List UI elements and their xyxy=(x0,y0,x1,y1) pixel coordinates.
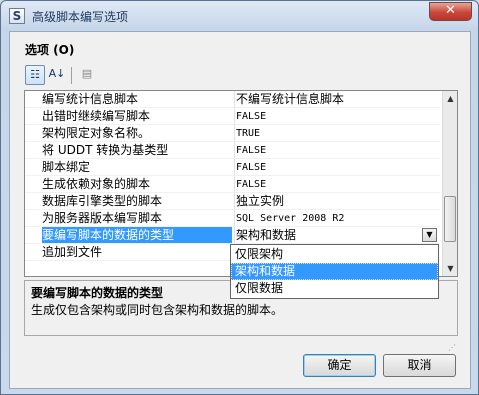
dialog-client-area: 选项 (O) ☷ A↓ ▤ 编写统计信息脚本 不编写统计信息脚本 出错时继续编写脚本… xyxy=(9,31,471,389)
property-value[interactable]: FALSE xyxy=(236,142,439,159)
property-toolbar: ☷ A↓ ▤ xyxy=(25,65,115,87)
property-value[interactable]: TRUE xyxy=(236,125,439,142)
property-pages-icon[interactable]: ▤ xyxy=(77,65,97,85)
scroll-down-icon[interactable]: ▼ xyxy=(443,261,457,276)
dropdown-option[interactable]: 仅限架构 xyxy=(231,246,438,263)
dropdown-option[interactable]: 架构和数据 xyxy=(231,263,438,280)
alphabetical-icon[interactable]: A↓ xyxy=(47,65,67,85)
resize-grip-icon[interactable]: ⋰ xyxy=(448,344,460,358)
dialog-window: S 高级脚本编写选项 ✕ 选项 (O) ☷ A↓ ▤ 编写统计信息脚本 不编写统计… xyxy=(0,0,479,395)
property-name[interactable]: 脚本绑定 xyxy=(42,159,232,176)
property-row[interactable]: 生成依赖对象的脚本 FALSE xyxy=(25,176,440,193)
cancel-button[interactable]: 取消 xyxy=(383,354,456,377)
property-row[interactable]: 将 UDDT 转换为基类型 FALSE xyxy=(25,142,440,159)
toolbar-divider xyxy=(71,67,72,84)
property-row[interactable]: 数据库引擎类型的脚本 独立实例 xyxy=(25,193,440,210)
property-name[interactable]: 为服务器版本编写脚本 xyxy=(42,210,232,227)
property-value[interactable]: SQL Server 2008 R2 xyxy=(236,210,439,227)
property-name[interactable]: 出错时继续编写脚本 xyxy=(42,108,232,125)
property-row[interactable]: 为服务器版本编写脚本 SQL Server 2008 R2 xyxy=(25,210,440,227)
property-value[interactable]: FALSE xyxy=(236,159,439,176)
title-bar[interactable]: S 高级脚本编写选项 ✕ xyxy=(1,1,478,31)
property-name[interactable]: 数据库引擎类型的脚本 xyxy=(42,193,232,210)
property-row[interactable]: 编写统计信息脚本 不编写统计信息脚本 xyxy=(25,91,440,108)
property-name[interactable]: 追加到文件 xyxy=(42,244,232,261)
property-value[interactable]: FALSE xyxy=(236,108,439,125)
window-title: 高级脚本编写选项 xyxy=(32,10,129,24)
app-icon: S xyxy=(9,8,25,24)
options-header: 选项 (O) xyxy=(25,43,75,57)
property-row[interactable]: 架构限定对象名称。 TRUE xyxy=(25,125,440,142)
property-name[interactable]: 生成依赖对象的脚本 xyxy=(42,176,232,193)
close-button[interactable]: ✕ xyxy=(429,2,472,21)
property-name[interactable]: 架构限定对象名称。 xyxy=(42,125,232,142)
ok-button[interactable]: 确定 xyxy=(303,354,376,377)
categorized-icon[interactable]: ☷ xyxy=(25,65,45,85)
property-value[interactable]: 不编写统计信息脚本 xyxy=(236,91,439,108)
description-title: 要编写脚本的数据的类型 xyxy=(31,286,164,300)
vertical-scrollbar[interactable]: ▲ ▼ xyxy=(442,91,457,276)
scroll-up-icon[interactable]: ▲ xyxy=(443,91,457,106)
property-name[interactable]: 编写统计信息脚本 xyxy=(42,91,232,108)
property-value[interactable]: 架构和数据 xyxy=(236,227,439,244)
property-value[interactable]: FALSE xyxy=(236,176,439,193)
property-row[interactable]: 要编写脚本的数据的类型 架构和数据 ▼ xyxy=(25,227,440,244)
description-text: 生成仅包含架构或同时包含架构和数据的脚本。 xyxy=(31,303,284,317)
scroll-thumb[interactable] xyxy=(444,196,456,242)
property-row[interactable]: 出错时继续编写脚本 FALSE xyxy=(25,108,440,125)
property-row[interactable]: 脚本绑定 FALSE xyxy=(25,159,440,176)
dropdown-option[interactable]: 仅限数据 xyxy=(231,280,438,297)
combo-dropdown-icon[interactable]: ▼ xyxy=(422,228,437,242)
property-name[interactable]: 将 UDDT 转换为基类型 xyxy=(42,142,232,159)
property-value[interactable]: 独立实例 xyxy=(236,193,439,210)
data-type-dropdown-list[interactable]: 仅限架构 架构和数据 仅限数据 xyxy=(230,244,439,299)
property-name[interactable]: 要编写脚本的数据的类型 xyxy=(42,227,232,244)
